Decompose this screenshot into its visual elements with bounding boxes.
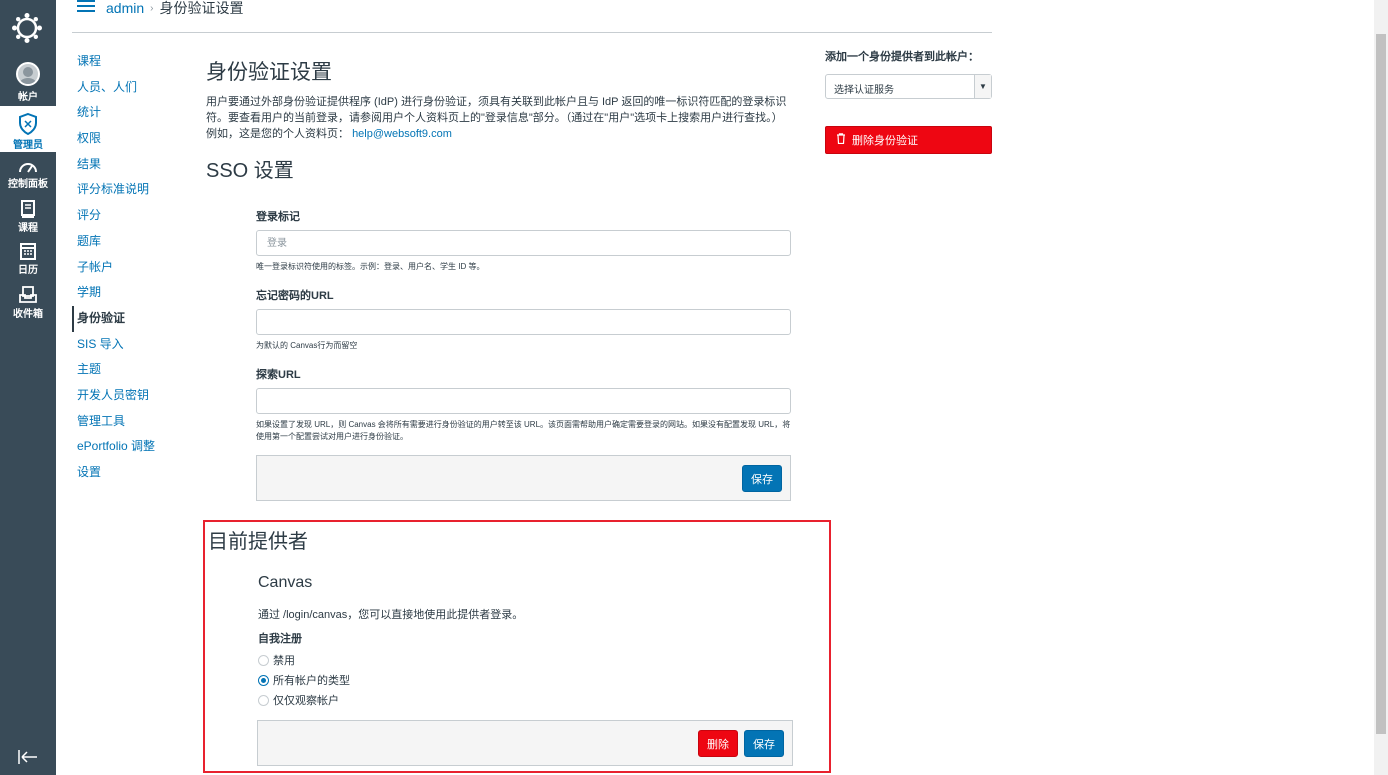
dashboard-icon: [19, 163, 37, 173]
subnav-sis-import[interactable]: SIS 导入: [72, 332, 182, 358]
courses-icon: [21, 200, 35, 218]
hamburger-menu-icon[interactable]: [77, 0, 95, 12]
subnav-sub-accounts[interactable]: 子帐户: [72, 255, 182, 281]
nav-account[interactable]: 帐户: [0, 62, 56, 104]
subnav-outcomes[interactable]: 结果: [72, 152, 182, 178]
delete-authentication-label: 删除身份验证: [852, 135, 918, 147]
radio-observers[interactable]: [258, 694, 269, 706]
account-avatar: [16, 62, 40, 86]
collapse-nav-icon[interactable]: [18, 748, 38, 769]
provider-form-actions: 删除 保存: [257, 720, 793, 766]
provider-name: Canvas: [258, 574, 313, 591]
add-provider-label: 添加一个身份提供者到此帐户：: [825, 51, 979, 63]
account-subnav: 课程 人员、人们 统计 权限 结果 评分标准说明 评分 题库 子帐户 学期 身份…: [72, 49, 182, 486]
chevron-down-icon: ▼: [974, 75, 991, 98]
forgot-url-help: 为默认的 Canvas行为而留空: [256, 341, 358, 350]
intro-text: 用户要通过外部身份验证提供程序 (IdP) 进行身份验证，须具有关联到此帐户且与…: [206, 94, 796, 142]
nav-admin-label: 管理员: [13, 140, 43, 151]
radio-all-accounts[interactable]: [258, 674, 269, 686]
nav-dashboard[interactable]: 控制面板: [0, 160, 56, 192]
radio-disabled[interactable]: [258, 654, 269, 666]
login-label-help: 唯一登录标识符使用的标签。示例：登录、用户名、学生 ID 等。: [256, 262, 485, 271]
auth-service-select[interactable]: 选择认证服务 ▼: [825, 74, 992, 99]
nav-account-label: 帐户: [18, 92, 38, 103]
subnav-settings[interactable]: 设置: [72, 460, 182, 486]
breadcrumb-current: 身份验证设置: [159, 0, 244, 16]
breadcrumb: admin › 身份验证设置: [106, 0, 243, 18]
subnav-themes[interactable]: 主题: [72, 357, 182, 383]
subnav-authentication[interactable]: 身份验证: [72, 305, 182, 332]
discovery-url-label: 探索URL: [256, 369, 301, 381]
nav-inbox[interactable]: 收件箱: [0, 286, 56, 322]
discovery-url-input[interactable]: [256, 388, 791, 414]
auth-service-select-value: 选择认证服务: [834, 85, 894, 96]
intro-paragraph: 用户要通过外部身份验证提供程序 (IdP) 进行身份验证，须具有关联到此帐户且与…: [206, 96, 787, 124]
subnav-rubrics[interactable]: 评分标准说明: [72, 177, 182, 203]
main-content: 身份验证设置 用户要通过外部身份验证提供程序 (IdP) 进行身份验证，须具有关…: [206, 50, 796, 501]
login-label-input[interactable]: [256, 230, 791, 256]
subnav-developer-keys[interactable]: 开发人员密钥: [72, 383, 182, 409]
nav-calendar-label: 日历: [18, 265, 38, 276]
subnav-courses[interactable]: 课程: [72, 49, 182, 75]
page-header: admin › 身份验证设置: [72, 0, 992, 33]
inbox-icon: [19, 286, 37, 303]
subnav-eportfolio-moderation[interactable]: ePortfolio 调整: [72, 434, 182, 460]
provider-description: 通过 /login/canvas，您可以直接地使用此提供者登录。: [258, 609, 524, 621]
page-title: 身份验证设置: [206, 61, 332, 84]
subnav-terms[interactable]: 学期: [72, 280, 182, 306]
profile-link[interactable]: help@websoft9.com: [352, 128, 452, 140]
shield-icon: [19, 113, 37, 135]
global-nav: 帐户 管理员 控制面板 课程 日历 收件箱: [0, 0, 56, 775]
nav-courses-label: 课程: [18, 223, 38, 234]
right-sidebar: 添加一个身份提供者到此帐户： 选择认证服务 ▼ 删除身份验证: [825, 48, 992, 154]
self-registration-option-observers[interactable]: 仅仅观察帐户: [258, 692, 339, 708]
radio-disabled-label: 禁用: [273, 655, 295, 667]
breadcrumb-separator-icon: ›: [150, 2, 154, 14]
example-prefix: 例如，这是您的个人资料页：: [206, 128, 349, 140]
nav-dashboard-label: 控制面板: [8, 179, 48, 190]
radio-observers-label: 仅仅观察帐户: [273, 695, 339, 707]
delete-authentication-button[interactable]: 删除身份验证: [825, 126, 992, 154]
subnav-statistics[interactable]: 统计: [72, 100, 182, 126]
subnav-question-banks[interactable]: 题库: [72, 229, 182, 255]
nav-inbox-label: 收件箱: [13, 309, 43, 320]
nav-calendar[interactable]: 日历: [0, 242, 56, 278]
forgot-url-label: 忘记密码的URL: [256, 290, 334, 302]
sso-save-button[interactable]: 保存: [742, 465, 782, 492]
current-providers-section: 目前提供者 Canvas 通过 /login/canvas，您可以直接地使用此提…: [203, 520, 831, 773]
sso-form-actions: 保存: [256, 455, 791, 501]
sso-settings-title: SSO 设置: [206, 160, 294, 182]
provider-delete-button[interactable]: 删除: [698, 730, 738, 757]
breadcrumb-admin-link[interactable]: admin: [106, 0, 144, 16]
example-line: 例如，这是您的个人资料页： help@websoft9.com: [206, 126, 796, 142]
scrollbar-thumb[interactable]: [1376, 34, 1386, 734]
provider-save-button[interactable]: 保存: [744, 730, 784, 757]
nav-courses[interactable]: 课程: [0, 200, 56, 234]
calendar-icon: [20, 243, 36, 260]
canvas-logo-icon[interactable]: [11, 12, 43, 44]
current-providers-title: 目前提供者: [208, 531, 308, 553]
discovery-url-help: 如果设置了发现 URL，则 Canvas 会将所有需要进行身份验证的用户转至该 …: [256, 420, 791, 441]
login-label-label: 登录标记: [256, 211, 300, 223]
page-scrollbar[interactable]: [1374, 0, 1388, 775]
self-registration-label: 自我注册: [258, 633, 302, 645]
subnav-people[interactable]: 人员、人们: [72, 75, 182, 101]
trash-icon: [836, 133, 846, 147]
subnav-permissions[interactable]: 权限: [72, 126, 182, 152]
sso-settings-form: 登录标记 唯一登录标识符使用的标签。示例：登录、用户名、学生 ID 等。 忘记密…: [256, 208, 791, 501]
nav-admin[interactable]: 管理员: [0, 106, 56, 152]
self-registration-option-disabled[interactable]: 禁用: [258, 652, 295, 668]
forgot-url-input[interactable]: [256, 309, 791, 335]
subnav-grading[interactable]: 评分: [72, 203, 182, 229]
subnav-admin-tools[interactable]: 管理工具: [72, 409, 182, 435]
radio-all-accounts-label: 所有帐户的类型: [273, 675, 350, 687]
self-registration-option-all[interactable]: 所有帐户的类型: [258, 672, 350, 688]
